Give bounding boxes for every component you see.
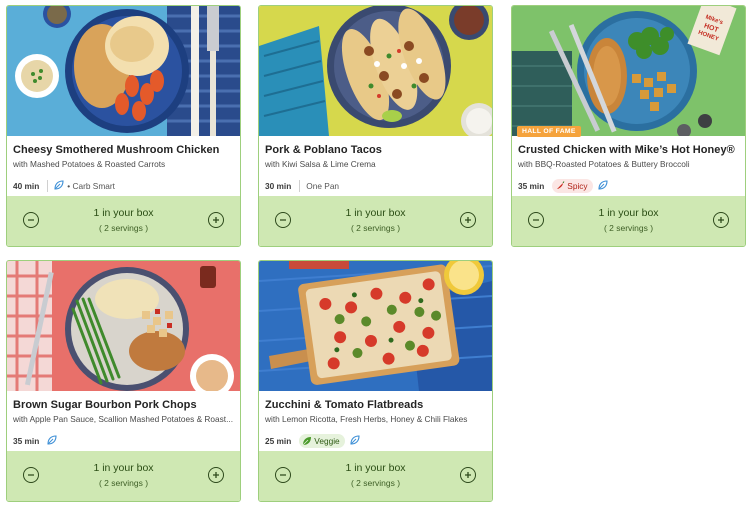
- box-quantity: 1 in your box: [598, 207, 659, 219]
- plus-circle-icon[interactable]: [460, 212, 476, 228]
- servings-label: ( 2 servings ): [350, 223, 401, 233]
- leaf-icon: [350, 435, 360, 447]
- servings-label: ( 2 servings ): [98, 478, 149, 488]
- recipe-card-bourbon-pork-chops[interactable]: Brown Sugar Bourbon Pork Chops with Appl…: [6, 260, 241, 502]
- recipe-image[interactable]: [259, 6, 492, 136]
- leaf-icon: [598, 180, 608, 192]
- cook-time: 25 min: [265, 436, 292, 446]
- plus-circle-icon[interactable]: [208, 467, 224, 483]
- recipe-subtitle: with Apple Pan Sauce, Scallion Mashed Po…: [13, 414, 233, 424]
- spicy-tag-label: Spicy: [567, 181, 588, 191]
- box-quantity-bar: 1 in your box ( 2 servings ): [259, 196, 492, 246]
- divider: [299, 180, 301, 192]
- veggie-leaf-icon: [303, 437, 312, 446]
- recipe-image[interactable]: [7, 6, 240, 136]
- recipe-image[interactable]: [7, 261, 240, 391]
- recipe-meta: 25 min Veggie: [265, 434, 363, 448]
- recipe-card-zucchini-tomato-flatbreads[interactable]: Zucchini & Tomato Flatbreads with Lemon …: [258, 260, 493, 502]
- recipe-title[interactable]: Brown Sugar Bourbon Pork Chops: [13, 399, 240, 411]
- recipe-subtitle: with BBQ-Roasted Potatoes & Buttery Broc…: [518, 159, 690, 169]
- recipe-title[interactable]: Pork & Poblano Tacos: [265, 144, 492, 156]
- recipe-title[interactable]: Zucchini & Tomato Flatbreads: [265, 399, 492, 411]
- servings-label: ( 2 servings ): [603, 223, 654, 233]
- cook-time: 40 min: [13, 181, 40, 191]
- recipe-image[interactable]: Mike's HOT HONEY: [512, 6, 745, 136]
- box-quantity: 1 in your box: [345, 462, 406, 474]
- plus-circle-icon[interactable]: [208, 212, 224, 228]
- cook-time: 35 min: [518, 181, 545, 191]
- cook-time: 30 min: [265, 181, 292, 191]
- leaf-icon: [47, 435, 57, 447]
- recipe-meta: 40 min • Carb Smart: [13, 179, 115, 193]
- box-quantity: 1 in your box: [345, 207, 406, 219]
- recipe-subtitle: with Lemon Ricotta, Fresh Herbs, Honey &…: [265, 414, 468, 424]
- recipe-meta: 35 min Spicy: [518, 179, 611, 193]
- recipe-title[interactable]: Crusted Chicken with Mike’s Hot Honey®: [518, 144, 745, 156]
- plus-circle-icon[interactable]: [713, 212, 729, 228]
- tag-one-pan: One Pan: [306, 181, 340, 191]
- tag-carb-smart: • Carb Smart: [67, 181, 115, 191]
- recipe-title[interactable]: Cheesy Smothered Mushroom Chicken: [13, 144, 240, 156]
- recipe-image[interactable]: [259, 261, 492, 391]
- recipe-card-crusted-chicken-hot-honey[interactable]: Mike's HOT HONEY HALL OF FAME Crusted Ch…: [511, 5, 746, 247]
- box-quantity: 1 in your box: [93, 462, 154, 474]
- servings-label: ( 2 servings ): [350, 478, 401, 488]
- servings-label: ( 2 servings ): [98, 223, 149, 233]
- recipe-card-pork-poblano-tacos[interactable]: Pork & Poblano Tacos with Kiwi Salsa & L…: [258, 5, 493, 247]
- box-quantity: 1 in your box: [93, 207, 154, 219]
- recipe-subtitle: with Kiwi Salsa & Lime Crema: [265, 159, 376, 169]
- leaf-icon: [54, 180, 64, 192]
- recipe-meta: 30 min One Pan: [265, 179, 339, 193]
- cook-time: 35 min: [13, 436, 40, 446]
- chili-icon: [557, 181, 565, 189]
- box-quantity-bar: 1 in your box ( 2 servings ): [7, 451, 240, 501]
- spicy-tag: Spicy: [552, 179, 593, 193]
- veggie-tag: Veggie: [299, 434, 345, 448]
- divider: [47, 180, 49, 192]
- recipe-meta: 35 min: [13, 434, 60, 448]
- plus-circle-icon[interactable]: [460, 467, 476, 483]
- veggie-tag-label: Veggie: [314, 436, 340, 446]
- box-quantity-bar: 1 in your box ( 2 servings ): [259, 451, 492, 501]
- box-quantity-bar: 1 in your box ( 2 servings ): [7, 196, 240, 246]
- box-quantity-bar: 1 in your box ( 2 servings ): [512, 196, 745, 246]
- recipe-card-cheesy-mushroom-chicken[interactable]: Cheesy Smothered Mushroom Chicken with M…: [6, 5, 241, 247]
- recipe-subtitle: with Mashed Potatoes & Roasted Carrots: [13, 159, 166, 169]
